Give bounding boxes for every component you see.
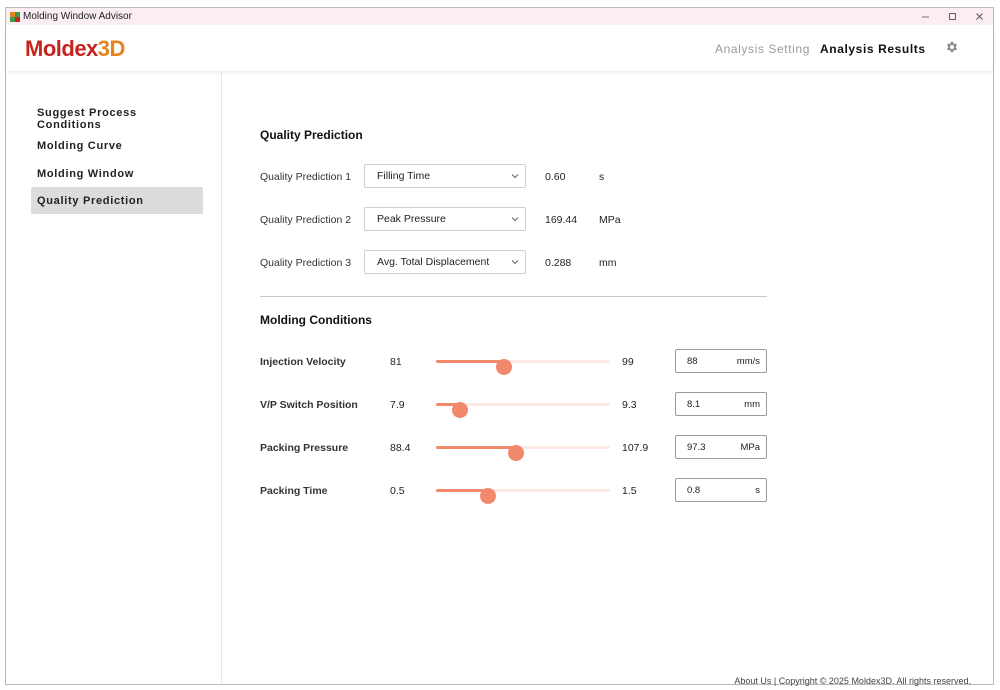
quality-prediction-1-select[interactable]: Filling Time: [364, 164, 526, 188]
quality-prediction-2-value: 169.44: [545, 214, 578, 226]
chevron-down-icon: [511, 217, 519, 222]
packing-time-min: 0.5: [390, 485, 405, 497]
chevron-down-icon: [511, 260, 519, 265]
packing-time-value: 0.8: [687, 484, 701, 496]
window-controls: [912, 8, 993, 25]
footer: About Us | Copyright © 2025 Moldex3D. Al…: [734, 676, 971, 686]
logo-text-moldex: Moldex: [25, 36, 98, 61]
moldex3d-logo: Moldex3D: [25, 36, 125, 62]
vp-switch-position-min: 7.9: [390, 399, 405, 411]
title-bar: Molding Window Advisor: [6, 8, 993, 25]
quality-prediction-1-selected: Filling Time: [377, 170, 431, 182]
maximize-button[interactable]: [939, 8, 966, 25]
slider-thumb[interactable]: [480, 488, 497, 504]
minimize-button[interactable]: [912, 8, 939, 25]
quality-prediction-1-label: Quality Prediction 1: [260, 171, 352, 183]
close-icon: [976, 13, 983, 20]
quality-prediction-2-label: Quality Prediction 2: [260, 214, 352, 226]
window-title: Molding Window Advisor: [23, 11, 132, 22]
quality-prediction-3-unit: mm: [599, 257, 617, 269]
injection-velocity-input[interactable]: 88 mm/s: [675, 349, 767, 373]
sidebar-item-molding-curve[interactable]: Molding Curve: [31, 132, 203, 159]
section-divider: [260, 296, 767, 297]
about-us-link[interactable]: About Us: [734, 676, 771, 686]
slider-thumb[interactable]: [495, 359, 512, 375]
quality-prediction-title: Quality Prediction: [260, 128, 363, 142]
injection-velocity-max: 99: [622, 356, 634, 368]
minimize-icon: [922, 16, 929, 18]
sidebar: Suggest Process Conditions Molding Curve…: [6, 71, 222, 686]
vp-switch-position-max: 9.3: [622, 399, 637, 411]
injection-velocity-label: Injection Velocity: [260, 356, 346, 368]
chevron-down-icon: [511, 174, 519, 179]
slider-fill: [436, 446, 517, 449]
packing-pressure-max: 107.9: [622, 442, 649, 454]
gear-icon[interactable]: [945, 40, 959, 54]
quality-prediction-3-select[interactable]: Avg. Total Displacement: [364, 250, 526, 274]
vp-switch-position-slider[interactable]: [436, 400, 610, 418]
tab-analysis-setting[interactable]: Analysis Setting: [715, 42, 810, 56]
injection-velocity-min: 81: [390, 356, 402, 368]
sidebar-item-quality-prediction[interactable]: Quality Prediction: [31, 187, 203, 214]
app-window: Molding Window Advisor Moldex3D Analysis…: [5, 7, 995, 686]
sidebar-item-molding-window[interactable]: Molding Window: [31, 160, 203, 187]
quality-prediction-2-selected: Peak Pressure: [377, 213, 446, 225]
quality-prediction-3-selected: Avg. Total Displacement: [377, 256, 490, 268]
injection-velocity-slider[interactable]: [436, 357, 610, 375]
packing-time-unit: s: [755, 484, 760, 496]
injection-velocity-value: 88: [687, 355, 698, 367]
vp-switch-position-value: 8.1: [687, 398, 701, 410]
quality-prediction-3-label: Quality Prediction 3: [260, 257, 352, 269]
app-header: Moldex3D Analysis Setting Analysis Resul…: [6, 25, 993, 71]
app-icon: [10, 11, 20, 22]
packing-pressure-min: 88.4: [390, 442, 411, 454]
quality-prediction-2-unit: MPa: [599, 214, 621, 226]
slider-thumb[interactable]: [508, 445, 525, 461]
packing-pressure-label: Packing Pressure: [260, 442, 349, 454]
packing-pressure-value: 97.3: [687, 441, 706, 453]
maximize-icon: [949, 13, 956, 20]
packing-time-label: Packing Time: [260, 485, 328, 497]
quality-prediction-1-unit: s: [599, 171, 605, 183]
quality-prediction-3-value: 0.288: [545, 257, 572, 269]
close-button[interactable]: [966, 8, 993, 25]
vp-switch-position-label: V/P Switch Position: [260, 399, 358, 411]
main-content: Quality Prediction Quality Prediction 1 …: [222, 71, 995, 686]
copyright-text: Copyright © 2025 Moldex3D. All rights re…: [778, 676, 971, 686]
vp-switch-position-input[interactable]: 8.1 mm: [675, 392, 767, 416]
tab-analysis-results[interactable]: Analysis Results: [820, 42, 926, 56]
quality-prediction-2-select[interactable]: Peak Pressure: [364, 207, 526, 231]
packing-pressure-slider[interactable]: [436, 443, 610, 461]
packing-pressure-input[interactable]: 97.3 MPa: [675, 435, 767, 459]
injection-velocity-unit: mm/s: [736, 355, 760, 367]
slider-fill: [436, 360, 504, 363]
quality-prediction-1-value: 0.60: [545, 171, 566, 183]
vp-switch-position-unit: mm: [744, 398, 760, 410]
sidebar-item-suggest-process-conditions[interactable]: Suggest Process Conditions: [31, 105, 203, 132]
slider-thumb[interactable]: [452, 402, 469, 418]
molding-conditions-title: Molding Conditions: [260, 313, 372, 327]
packing-time-max: 1.5: [622, 485, 637, 497]
footer-separator: |: [771, 676, 779, 686]
packing-time-slider[interactable]: [436, 486, 610, 504]
packing-time-input[interactable]: 0.8 s: [675, 478, 767, 502]
logo-text-3d: 3D: [97, 36, 126, 61]
packing-pressure-unit: MPa: [740, 441, 760, 453]
